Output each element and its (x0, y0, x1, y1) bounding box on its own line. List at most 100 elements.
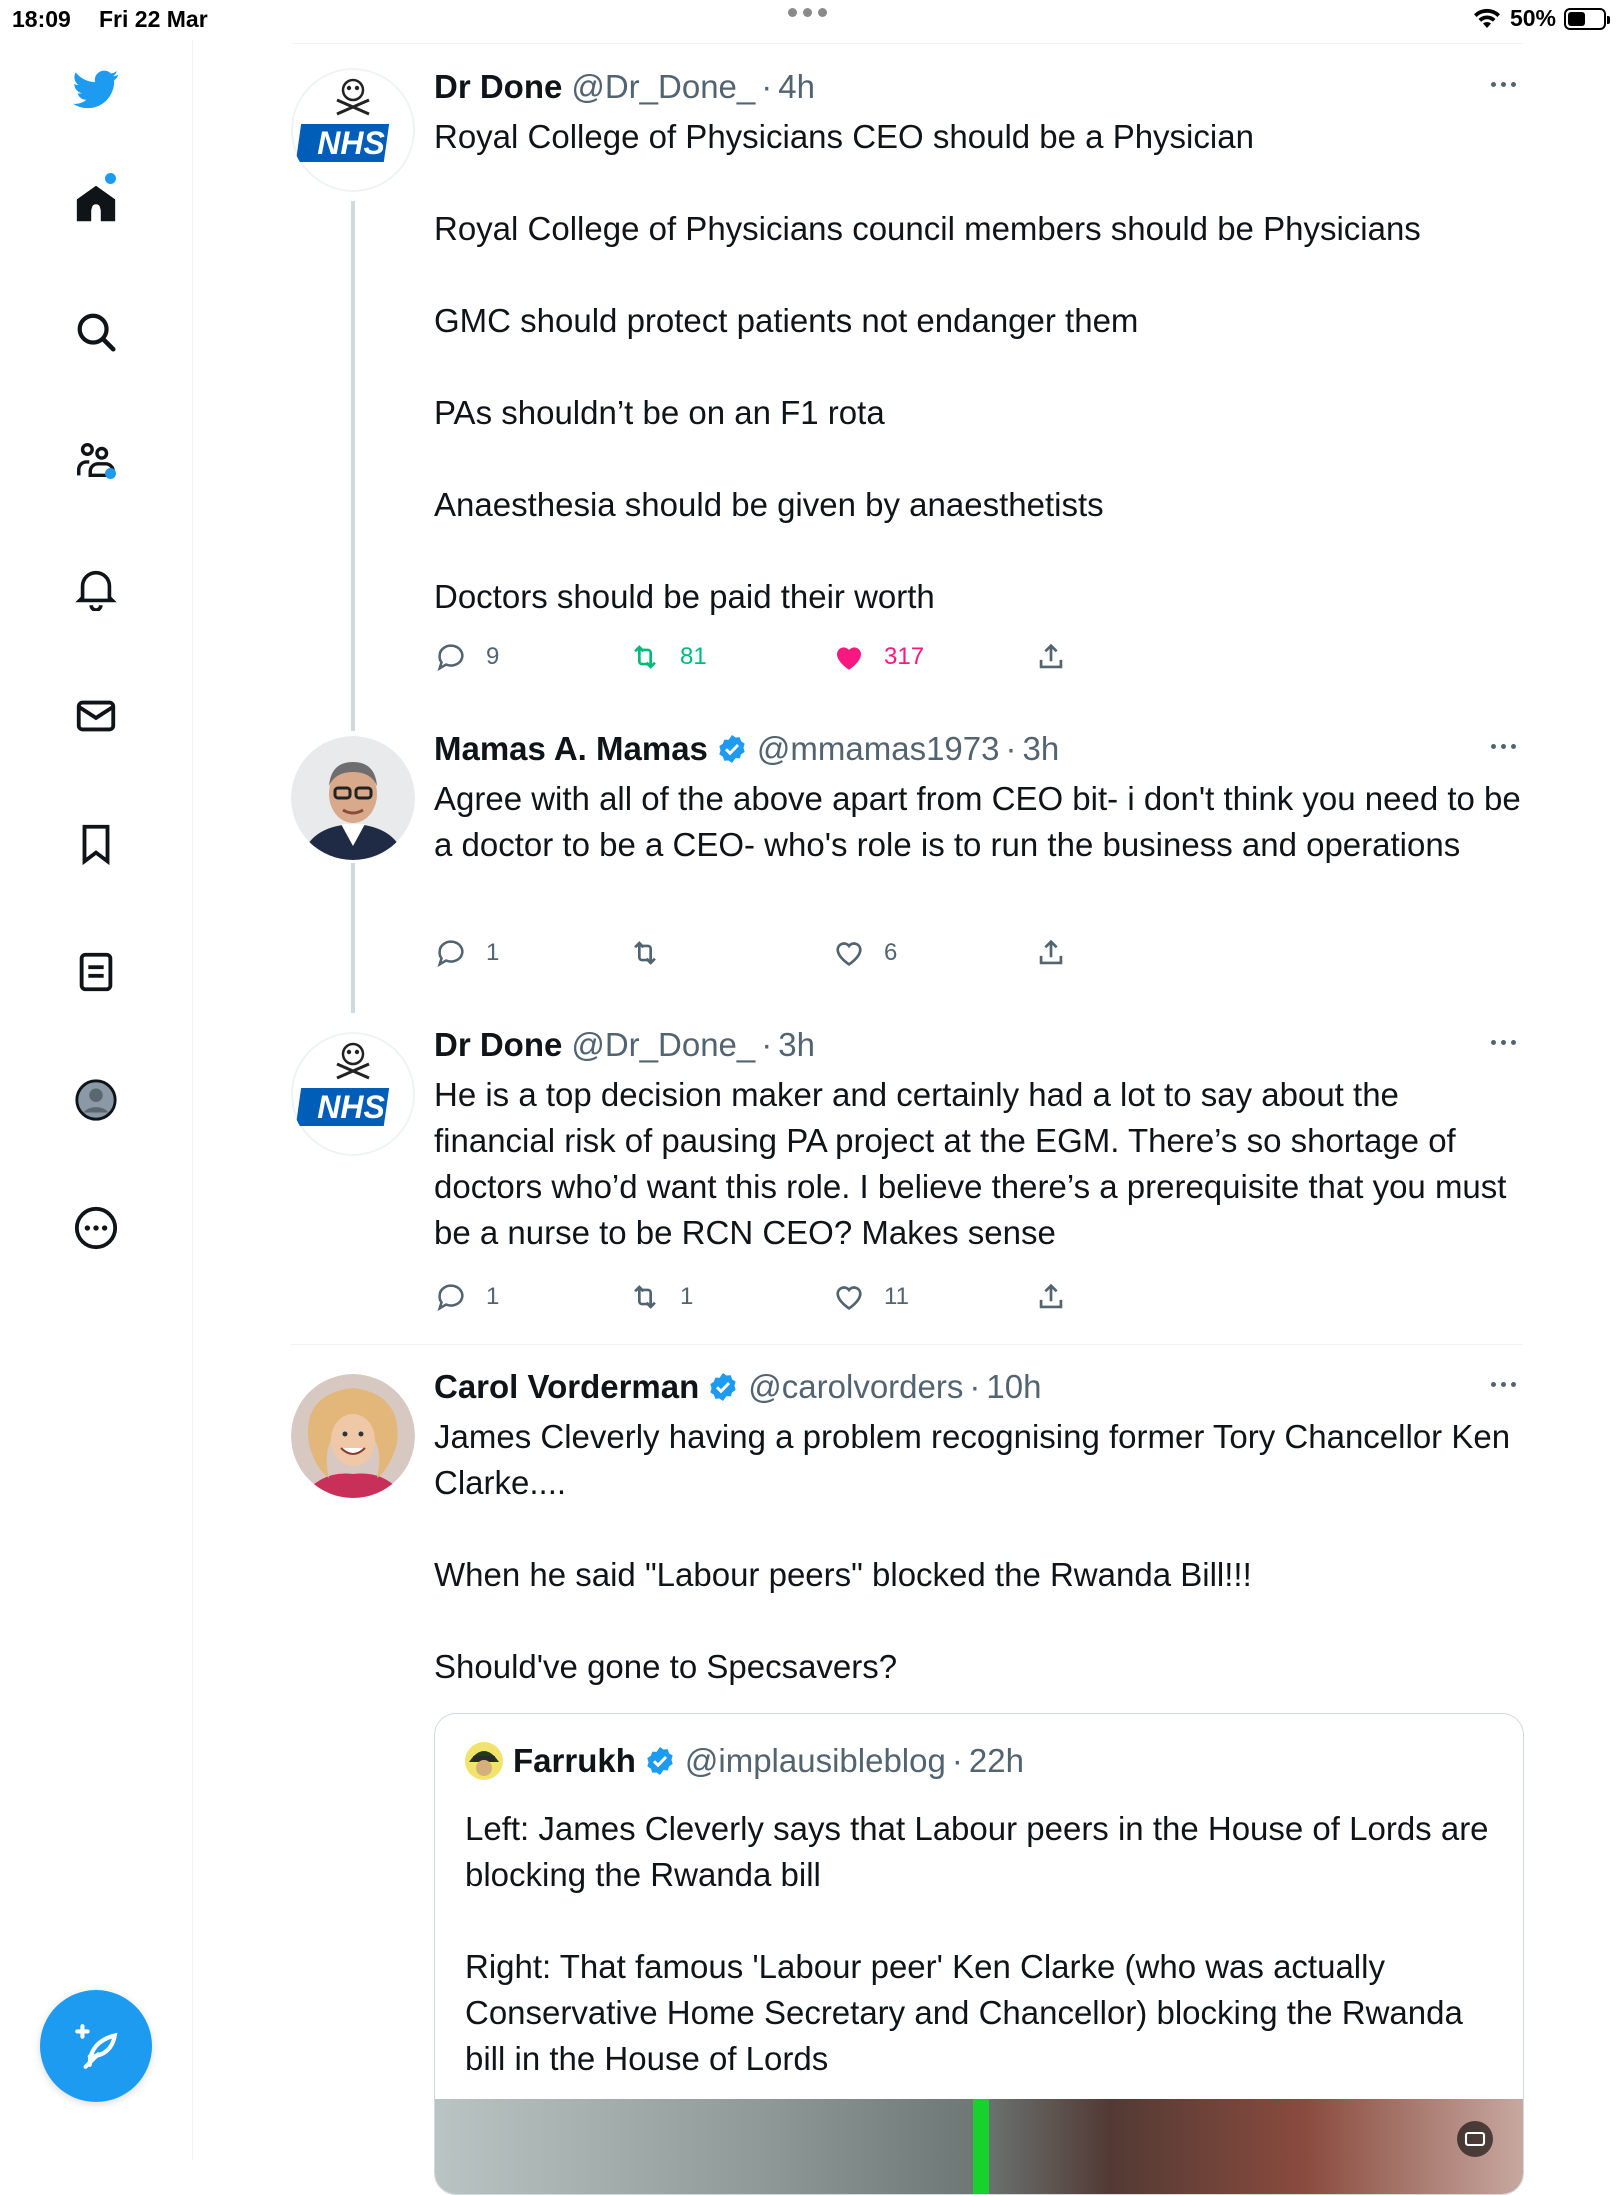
compose-tweet-button[interactable] (40, 1990, 152, 2102)
author-handle[interactable]: @carolvorders (748, 1368, 963, 1406)
author-name[interactable]: Mamas A. Mamas (434, 730, 708, 768)
tweet-time[interactable]: 4h (778, 68, 815, 106)
avatar[interactable] (291, 1374, 415, 1498)
nhs-logo-text: NHS (317, 125, 385, 161)
heart-icon (836, 1286, 862, 1310)
like-count: 317 (884, 643, 925, 670)
more-options-icon[interactable] (1483, 736, 1523, 756)
communities-icon[interactable] (70, 434, 122, 486)
battery-percentage: 50% (1509, 5, 1556, 31)
avatar[interactable]: NHS (291, 1032, 415, 1156)
reply-icon (437, 940, 464, 968)
tweet-time[interactable]: 3h (1023, 730, 1060, 768)
tweet-text: He is a top decision maker and certainly… (434, 1076, 1516, 1251)
heart-filled-icon (836, 647, 862, 670)
search-icon[interactable] (70, 306, 122, 358)
author-handle[interactable]: @Dr_Done_ (571, 68, 755, 106)
tweet[interactable]: NHS Dr Done @Dr_Done_ · 3h He is a top d… (291, 1026, 1523, 1316)
reply-button[interactable]: 9 (434, 640, 499, 674)
status-time: 18:09 (12, 6, 71, 32)
more-circle-icon[interactable] (70, 1202, 122, 1254)
tweet-header: Dr Done @Dr_Done_ · 3h (434, 1026, 815, 1064)
communities-notification-dot (105, 468, 116, 479)
verified-badge-icon (719, 735, 745, 763)
home-icon[interactable] (70, 178, 122, 230)
like-button[interactable]: 6 (832, 936, 897, 970)
sidebar (0, 40, 193, 2160)
tweet-actions: 1 6 (434, 936, 1134, 976)
avatar[interactable] (291, 736, 415, 860)
like-count: 6 (884, 939, 898, 966)
battery-icon (1564, 7, 1610, 30)
tweet-actions: 1 1 11 (434, 1280, 1134, 1320)
reply-count: 9 (486, 643, 500, 670)
tweet-text: James Cleverly having a problem recognis… (434, 1418, 1511, 1685)
reply-icon (437, 1284, 464, 1312)
like-count: 11 (884, 1283, 909, 1310)
tweet-header: Dr Done @Dr_Done_ · 4h (434, 68, 815, 106)
quoted-tweet-header: Farrukh @implausibleblog · 22h (465, 1742, 1024, 1780)
feed-top-border (291, 43, 1523, 44)
tweet-actions: 9 81 317 (434, 640, 1134, 680)
avatar[interactable]: NHS (291, 68, 415, 192)
author-handle[interactable]: @mmamas1973 (757, 730, 1000, 768)
share-icon (1039, 1283, 1063, 1309)
share-button[interactable] (1034, 640, 1068, 674)
reply-button[interactable]: 1 (434, 1280, 499, 1314)
verified-badge-icon (710, 1373, 736, 1401)
tweet-text: Royal College of Physicians CEO should b… (434, 118, 1421, 615)
more-options-icon[interactable] (1483, 1032, 1523, 1052)
messages-envelope-icon[interactable] (70, 690, 122, 742)
author-name[interactable]: Dr Done (434, 1026, 562, 1064)
reply-button[interactable]: 1 (434, 936, 499, 970)
twitter-bird-icon[interactable] (70, 63, 122, 115)
quoted-author-handle[interactable]: @implausibleblog (685, 1742, 946, 1780)
tweet[interactable]: NHS Dr Done @Dr_Done_ · 4h Royal College… (291, 68, 1523, 731)
thread-connector (351, 863, 355, 1013)
bookmarks-icon[interactable] (70, 818, 122, 870)
caption-badge-icon[interactable] (1457, 2121, 1493, 2157)
share-icon (1039, 939, 1063, 965)
tweet-text: Agree with all of the above apart from C… (434, 780, 1530, 863)
status-bar: 18:09 Fri 22 Mar 50% (0, 0, 1620, 40)
quoted-tweet-media[interactable] (435, 2099, 1523, 2194)
tweet-time[interactable]: 10h (986, 1368, 1041, 1406)
retweet-button[interactable]: 81 (628, 640, 707, 674)
author-name[interactable]: Dr Done (434, 68, 562, 106)
retweet-button[interactable]: 1 (628, 1280, 693, 1314)
lists-icon[interactable] (70, 946, 122, 998)
nhs-logo-text: NHS (317, 1089, 385, 1125)
retweet-count: 81 (680, 643, 707, 670)
multitasking-dots[interactable] (788, 8, 827, 17)
quoted-avatar[interactable] (465, 1742, 503, 1780)
more-options-icon[interactable] (1483, 74, 1523, 94)
verified-badge-icon (647, 1747, 673, 1775)
reply-count: 1 (486, 939, 500, 966)
quoted-author-name[interactable]: Farrukh (513, 1742, 636, 1780)
profile-icon[interactable] (70, 1074, 122, 1126)
more-options-icon[interactable] (1483, 1374, 1523, 1394)
like-button[interactable]: 317 (832, 640, 924, 674)
quoted-tweet-card[interactable]: Farrukh @implausibleblog · 22h Left: Jam… (434, 1713, 1524, 2195)
author-handle[interactable]: @Dr_Done_ (571, 1026, 755, 1064)
wifi-icon (1473, 8, 1500, 28)
retweet-icon (634, 1285, 656, 1309)
tweet-time[interactable]: 3h (778, 1026, 815, 1064)
author-name[interactable]: Carol Vorderman (434, 1368, 699, 1406)
home-notification-dot (105, 173, 116, 184)
retweet-button[interactable] (628, 936, 680, 970)
share-button[interactable] (1034, 1280, 1068, 1314)
reply-icon (437, 644, 464, 672)
quoted-tweet-text: Left: James Cleverly says that Labour pe… (465, 1810, 1489, 2077)
tweet[interactable]: Mamas A. Mamas @mmamas1973 · 3h Agree wi… (291, 730, 1530, 1013)
tweet-header: Mamas A. Mamas @mmamas1973 · 3h (434, 730, 1060, 768)
reply-count: 1 (486, 1283, 500, 1310)
thread-connector (351, 201, 355, 731)
retweet-icon (634, 941, 656, 965)
tweet-divider (291, 1344, 1523, 1345)
share-button[interactable] (1034, 936, 1068, 970)
quoted-tweet-time[interactable]: 22h (969, 1742, 1024, 1780)
notifications-bell-icon[interactable] (70, 562, 122, 614)
heart-icon (836, 942, 862, 966)
like-button[interactable]: 11 (832, 1280, 909, 1314)
